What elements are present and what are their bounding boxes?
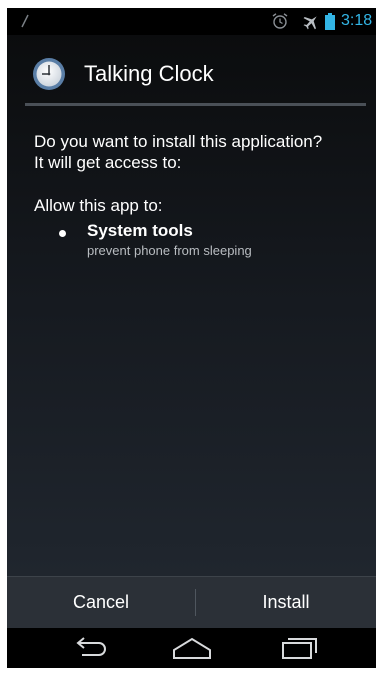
- permission-description: prevent phone from sleeping: [87, 243, 252, 258]
- prompt-line-2: It will get access to:: [34, 153, 182, 172]
- home-icon[interactable]: [171, 634, 213, 662]
- title-divider: [25, 103, 366, 106]
- status-bar: 3:18: [7, 8, 376, 35]
- install-screen: 3:18 Talking Clock Do you want to instal…: [7, 8, 376, 668]
- permissions-heading: Allow this app to:: [34, 196, 163, 215]
- clock-icon: [33, 58, 65, 90]
- prompt-line-1: Do you want to install this application?: [34, 132, 323, 151]
- bullet-icon: [59, 230, 66, 237]
- action-bar: Cancel Install: [7, 577, 376, 628]
- battery-icon: [325, 13, 335, 30]
- signal-slash-icon: [21, 14, 29, 28]
- dialog-title-bar: Talking Clock: [7, 35, 376, 103]
- app-title: Talking Clock: [84, 61, 214, 86]
- install-button[interactable]: Install: [196, 577, 376, 628]
- alarm-icon: [272, 13, 288, 29]
- status-time: 3:18: [341, 12, 373, 29]
- permission-name: System tools: [87, 221, 193, 240]
- cancel-button[interactable]: Cancel: [7, 577, 195, 628]
- install-prompt: Do you want to install this application?…: [34, 131, 369, 173]
- recent-apps-icon[interactable]: [279, 634, 321, 662]
- airplane-icon: [303, 16, 317, 30]
- navigation-bar: [7, 628, 376, 668]
- back-icon[interactable]: [69, 634, 111, 662]
